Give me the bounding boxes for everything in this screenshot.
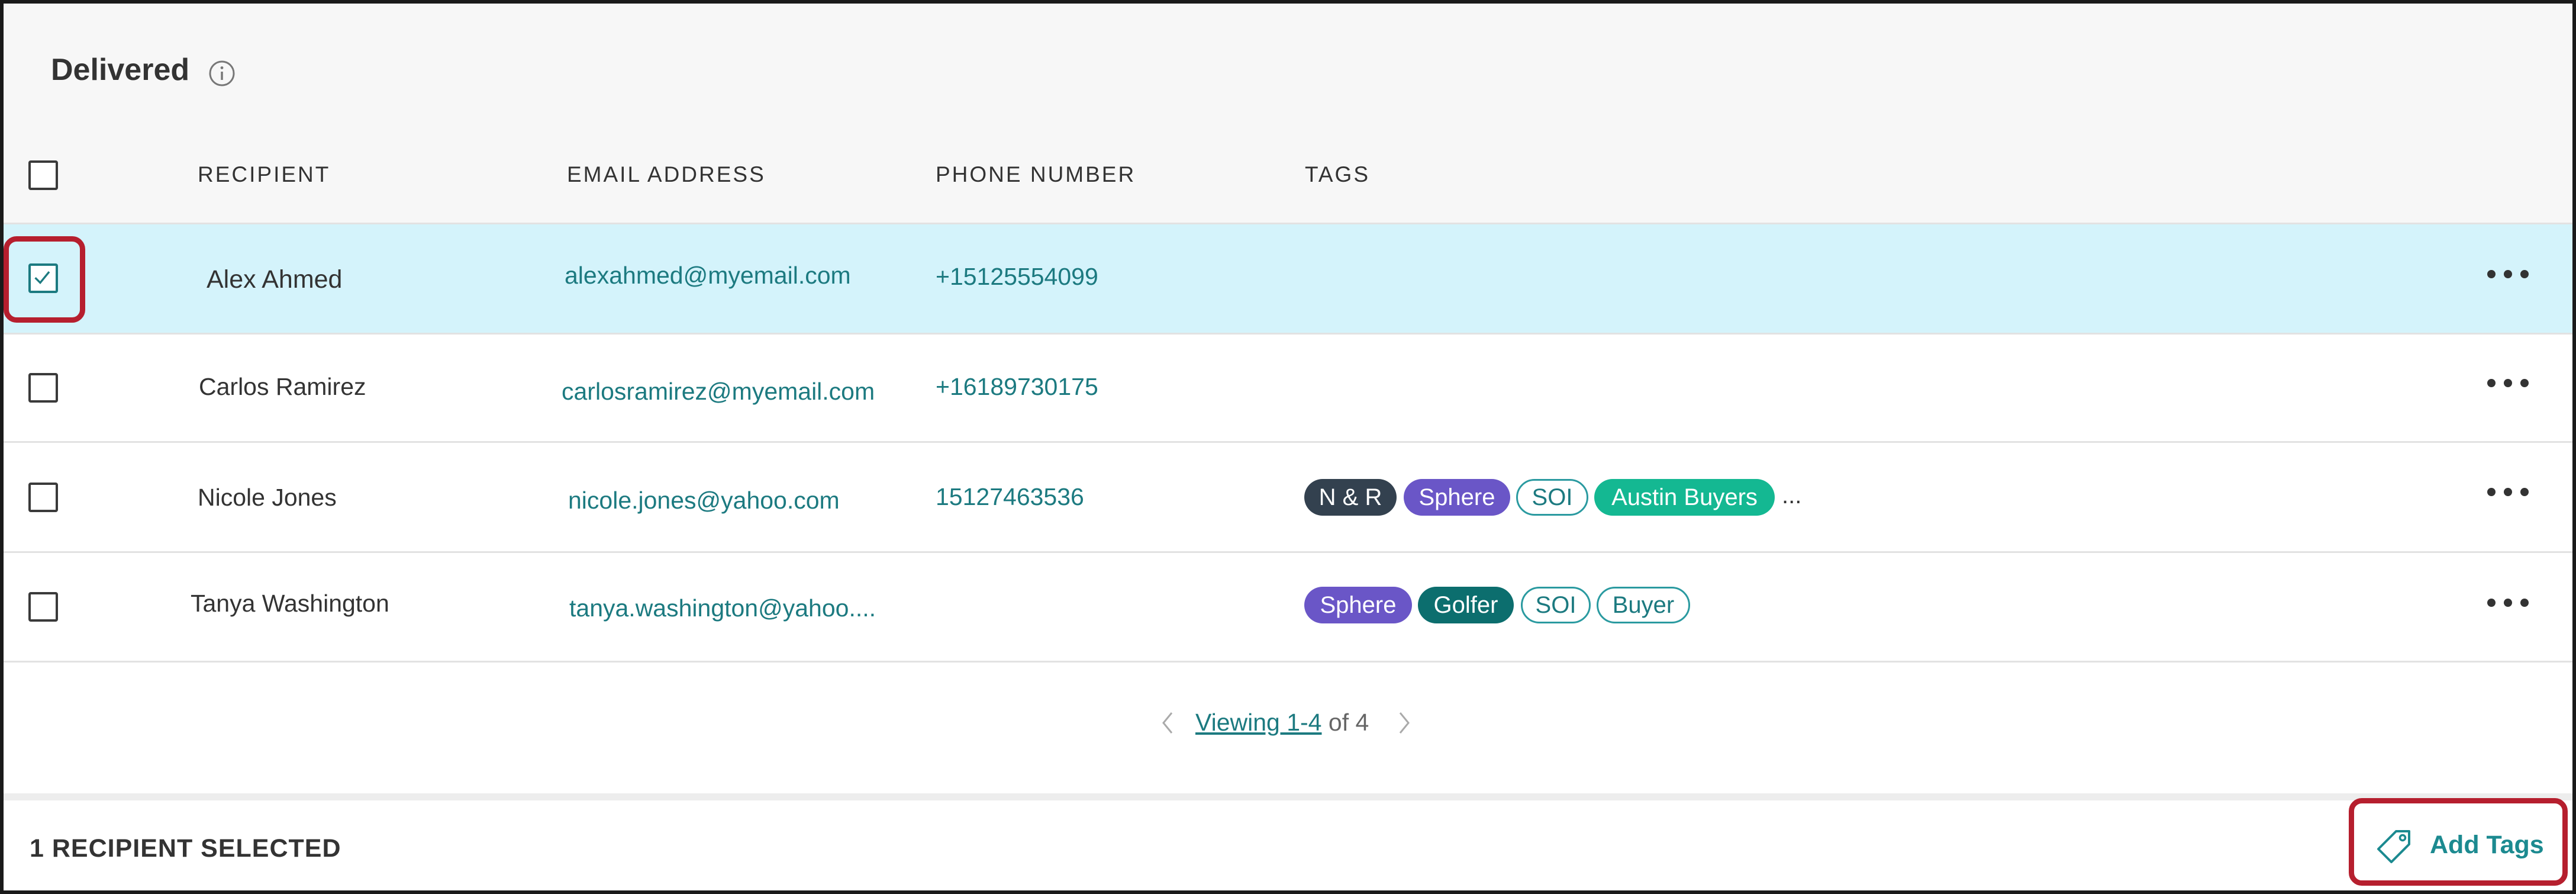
highlight-box: [4, 236, 85, 323]
column-header-phone: PHONE NUMBER: [936, 162, 1136, 186]
column-header-email: EMAIL ADDRESS: [567, 162, 766, 186]
more-icon[interactable]: [2487, 487, 2529, 497]
highlight-box: [2349, 798, 2568, 886]
table-row[interactable]: Carlos Ramirez carlosramirez@myemail.com…: [4, 333, 2572, 443]
row-checkbox[interactable]: [28, 592, 58, 622]
tag-chip[interactable]: SOI: [1521, 587, 1591, 623]
tag-chip[interactable]: N & R: [1304, 479, 1397, 516]
recipient-name: Nicole Jones: [198, 484, 337, 511]
recipient-email: alexahmed@myemail.com: [565, 262, 851, 289]
column-header-tags: TAGS: [1305, 162, 1370, 186]
recipient-name: Carlos Ramirez: [199, 373, 366, 400]
tag-chip[interactable]: SOI: [1516, 479, 1588, 516]
pagination: Viewing 1-4 of 4: [1195, 710, 1369, 735]
row-checkbox[interactable]: [28, 483, 58, 512]
more-icon[interactable]: [2487, 598, 2529, 607]
recipient-email: carlosramirez@myemail.com: [562, 378, 875, 405]
recipient-phone: 15127463536: [936, 483, 1084, 510]
section-title: Delivered: [51, 53, 190, 87]
tag-chip[interactable]: Sphere: [1304, 587, 1412, 623]
tag-chip[interactable]: Golfer: [1418, 587, 1514, 623]
table-row[interactable]: Nicole Jones nicole.jones@yahoo.com 1512…: [4, 441, 2572, 553]
tag-chip[interactable]: Buyer: [1597, 587, 1690, 623]
selection-footer: 1 RECIPIENT SELECTED Add Tags: [4, 800, 2572, 890]
table-row[interactable]: Alex Ahmed alexahmed@myemail.com +151255…: [4, 224, 2572, 335]
row-checkbox[interactable]: [28, 373, 58, 403]
table-row[interactable]: Tanya Washington tanya.washington@yahoo.…: [4, 551, 2572, 663]
recipient-email: tanya.washington@yahoo....: [569, 594, 876, 622]
recipient-phone: +16189730175: [936, 373, 1098, 400]
selected-count: 1 RECIPIENT SELECTED: [30, 834, 341, 863]
tag-chip[interactable]: Sphere: [1404, 479, 1510, 516]
recipient-email: nicole.jones@yahoo.com: [568, 487, 840, 514]
pagination-viewing-link[interactable]: Viewing 1-4: [1195, 709, 1322, 736]
tags-overflow[interactable]: ...: [1782, 483, 1801, 509]
recipient-name: Alex Ahmed: [207, 265, 343, 294]
recipient-phone: +15125554099: [936, 263, 1098, 290]
more-icon[interactable]: [2487, 269, 2529, 279]
recipients-panel: Delivered RECIPIENT EMAIL ADDRESS PHONE …: [0, 0, 2576, 894]
column-header-recipient: RECIPIENT: [198, 162, 331, 186]
pagination-total: of 4: [1328, 709, 1369, 736]
table-header: RECIPIENT EMAIL ADDRESS PHONE NUMBER TAG…: [4, 128, 2572, 224]
more-icon[interactable]: [2487, 378, 2529, 388]
chevron-right-icon[interactable]: [1395, 708, 1413, 738]
tag-chip[interactable]: Austin Buyers: [1594, 479, 1775, 516]
info-icon[interactable]: [208, 59, 236, 88]
chevron-left-icon[interactable]: [1159, 708, 1176, 738]
select-all-checkbox[interactable]: [28, 160, 58, 190]
recipient-name: Tanya Washington: [191, 590, 389, 617]
footer-divider: [4, 793, 2572, 800]
section-header: Delivered: [4, 4, 2572, 128]
